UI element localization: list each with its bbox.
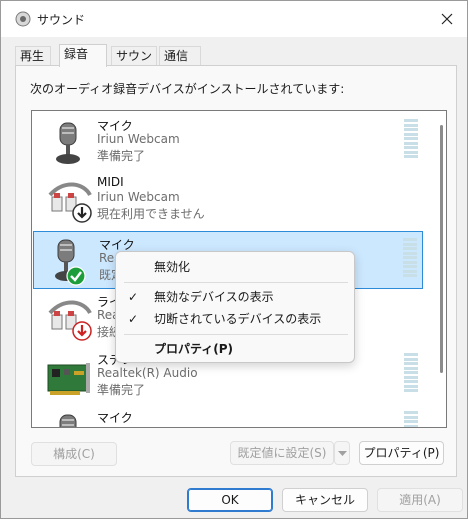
- menu-item-disable[interactable]: 無効化: [120, 256, 352, 278]
- level-meter: [404, 411, 418, 427]
- menu-item-show-disconnected[interactable]: ✓ 切断されているデバイスの表示: [120, 308, 352, 330]
- sound-dialog: サウンド 再生 録音 サウンド 通信 次のオーディオ録音デバイスがインストールさ…: [0, 0, 468, 519]
- tab-sounds[interactable]: サウンド: [111, 46, 157, 81]
- level-meter: [404, 353, 418, 397]
- scroll-thumb[interactable]: [440, 125, 443, 373]
- device-status: 準備完了: [97, 149, 146, 163]
- down-arrow-badge-icon: [72, 203, 92, 223]
- device-status: 現在利用できません: [97, 207, 205, 221]
- red-down-arrow-badge-icon: [72, 321, 92, 341]
- device-status: 準備完了: [97, 383, 146, 397]
- close-button[interactable]: [433, 5, 461, 33]
- level-meter: [404, 119, 418, 163]
- set-default-dropdown[interactable]: [334, 441, 350, 465]
- tab-playback[interactable]: 再生: [15, 46, 51, 66]
- check-icon: ✓: [128, 290, 139, 304]
- green-check-badge-icon: [66, 266, 86, 286]
- device-driver: Realtek(R) Audio: [97, 366, 198, 380]
- menu-item-label: プロパティ(P): [154, 342, 234, 356]
- apply-button[interactable]: 適用(A): [377, 488, 463, 512]
- chevron-down-icon: [338, 451, 347, 456]
- device-driver: Iriun Webcam: [97, 190, 180, 204]
- microphone-icon: [44, 409, 94, 427]
- rca-cable-icon: [44, 175, 94, 225]
- set-default-button[interactable]: 既定値に設定(S): [230, 441, 334, 465]
- tab-communications[interactable]: 通信: [159, 46, 201, 66]
- microphone-icon: [46, 236, 96, 286]
- device-driver: Iriun Webcam: [97, 132, 180, 146]
- menu-item-label: 無効化: [154, 260, 191, 274]
- title-bar: サウンド: [1, 1, 467, 37]
- device-name: マイク: [97, 411, 133, 425]
- menu-separator: [124, 334, 348, 335]
- context-menu: 無効化 ✓ 無効なデバイスの表示 ✓ 切断されているデバイスの表示 プロパティ(…: [115, 251, 355, 363]
- speaker-icon: [15, 11, 31, 27]
- cancel-button[interactable]: キャンセル: [282, 488, 368, 512]
- device-list-description: 次のオーディオ録音デバイスがインストールされています:: [30, 82, 345, 96]
- menu-item-label: 無効なデバイスの表示: [154, 290, 274, 304]
- menu-item-properties[interactable]: プロパティ(P): [120, 338, 352, 360]
- window-title: サウンド: [37, 13, 86, 27]
- menu-item-label: 切断されているデバイスの表示: [154, 312, 322, 326]
- device-item-mic-extra[interactable]: マイク: [32, 405, 434, 427]
- sound-card-icon: [44, 351, 94, 401]
- microphone-icon: [44, 117, 94, 167]
- check-icon: ✓: [128, 312, 139, 326]
- rca-cable-icon: [44, 293, 94, 343]
- tab-recording[interactable]: 録音: [59, 44, 107, 67]
- set-default-split-button[interactable]: 既定値に設定(S): [230, 441, 350, 465]
- list-scrollbar[interactable]: [439, 117, 443, 421]
- ok-button[interactable]: OK: [187, 488, 273, 512]
- properties-button[interactable]: プロパティ(P): [359, 441, 444, 465]
- device-item-mic-iriun[interactable]: マイク Iriun Webcam 準備完了: [32, 113, 434, 171]
- menu-separator: [124, 282, 348, 283]
- device-item-midi[interactable]: MIDI Iriun Webcam 現在利用できません: [32, 171, 434, 229]
- close-icon: [441, 13, 453, 25]
- device-name: MIDI: [97, 175, 124, 189]
- menu-item-show-disabled[interactable]: ✓ 無効なデバイスの表示: [120, 286, 352, 308]
- level-meter: [403, 238, 417, 282]
- configure-button[interactable]: 構成(C): [31, 442, 117, 466]
